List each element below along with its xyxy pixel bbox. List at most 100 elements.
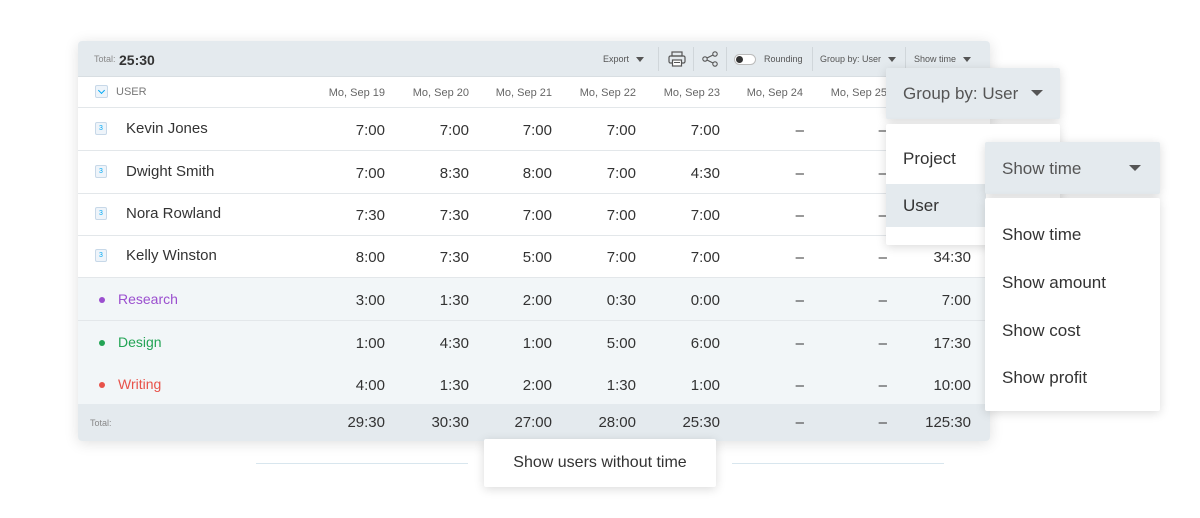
table-cell: 7:00	[690, 249, 720, 266]
show-time-button[interactable]: Show time	[914, 54, 972, 64]
table-row[interactable]: 3 Nora Rowland 7:30 7:30 7:00 7:00 7:00 …	[78, 193, 990, 236]
table-cell: 1:30	[606, 377, 636, 394]
column-header: Mo, Sep 22	[579, 87, 636, 99]
column-header: Mo, Sep 24	[746, 87, 803, 99]
table-cell: 7:00	[606, 165, 636, 182]
show-time-dropdown[interactable]: Show time	[985, 142, 1160, 194]
table-cell: –	[878, 377, 887, 394]
table-cell: 8:00	[522, 165, 552, 182]
rounding-label: Rounding	[764, 54, 803, 64]
show-time-label: Show time	[914, 54, 957, 64]
user-name: Dwight Smith	[126, 163, 215, 180]
row-total: 34:30	[933, 249, 971, 266]
table-row[interactable]: 3 Kevin Jones 7:00 7:00 7:00 7:00 7:00 –…	[78, 108, 990, 151]
table-cell: 7:00	[439, 122, 469, 139]
table-cell: 5:00	[522, 249, 552, 266]
table-cell: 7:00	[606, 122, 636, 139]
table-cell: –	[795, 122, 804, 139]
table-cell: 8:30	[439, 165, 469, 182]
table-cell: 5:00	[606, 335, 636, 352]
footer-cell: 28:00	[598, 414, 636, 431]
row-total: 10:00	[933, 377, 971, 394]
divider	[256, 463, 468, 464]
chevron-down-icon	[636, 56, 645, 62]
table-cell: 3:00	[355, 292, 385, 309]
table-cell: 7:00	[606, 207, 636, 224]
table-cell: –	[878, 249, 887, 266]
group-by-dropdown[interactable]: Group by: User	[886, 68, 1060, 119]
table-row[interactable]: Design 1:00 4:30 1:00 5:00 6:00 – – 17:3…	[78, 321, 990, 364]
divider	[693, 47, 694, 71]
group-by-option-user[interactable]: User	[886, 184, 986, 227]
table-cell: 0:00	[690, 292, 720, 309]
total-value: 25:30	[119, 52, 155, 68]
project-name: Research	[118, 291, 178, 307]
table-cell: 7:00	[690, 207, 720, 224]
export-button[interactable]: Export	[603, 54, 645, 64]
footer-cell: 27:00	[514, 414, 552, 431]
table-cell: 4:30	[439, 335, 469, 352]
table-row[interactable]: Writing 4:00 1:30 2:00 1:30 1:00 – – 10:…	[78, 363, 990, 406]
column-header: Mo, Sep 21	[495, 87, 552, 99]
table-cell: 7:30	[439, 249, 469, 266]
show-time-menu: Show time Show amount Show cost Show pro…	[985, 198, 1160, 411]
table-cell: 7:30	[439, 207, 469, 224]
count-badge: 3	[95, 165, 107, 178]
footer-cell: 29:30	[347, 414, 385, 431]
footer-grand-total: 125:30	[925, 414, 971, 431]
show-profit-option[interactable]: Show profit	[1002, 368, 1087, 388]
table-cell: 7:30	[355, 207, 385, 224]
table-row[interactable]: 3 Kelly Winston 8:00 7:30 5:00 7:00 7:00…	[78, 235, 990, 278]
table-cell: 2:00	[522, 377, 552, 394]
footer-cell: –	[795, 414, 804, 431]
table-cell: –	[795, 165, 804, 182]
table-cell: 1:30	[439, 292, 469, 309]
show-time-option[interactable]: Show time	[1002, 225, 1081, 245]
table-footer: Total: 29:30 30:30 27:00 28:00 25:30 – –…	[78, 404, 990, 441]
show-users-without-time-button[interactable]: Show users without time	[484, 439, 716, 487]
table-cell: 7:00	[522, 122, 552, 139]
show-amount-option[interactable]: Show amount	[1002, 273, 1106, 293]
footer-cell: 25:30	[682, 414, 720, 431]
divider	[658, 47, 659, 71]
report-toolbar: Total: 25:30 Export Rounding Group by: U…	[78, 41, 990, 77]
divider	[726, 47, 727, 71]
project-name: Writing	[118, 376, 162, 392]
show-cost-option[interactable]: Show cost	[1002, 321, 1080, 341]
user-column-header: USER	[116, 86, 147, 98]
table-cell: 2:00	[522, 292, 552, 309]
chevron-down-icon	[963, 56, 972, 62]
share-button[interactable]	[702, 51, 718, 67]
table-cell: –	[878, 292, 887, 309]
table-cell: 7:00	[355, 165, 385, 182]
table-cell: –	[878, 335, 887, 352]
table-header: USER Mo, Sep 19 Mo, Sep 20 Mo, Sep 21 Mo…	[78, 77, 990, 108]
table-cell: –	[795, 377, 804, 394]
print-button[interactable]	[668, 51, 686, 67]
column-header: Mo, Sep 20	[412, 87, 469, 99]
table-cell: 7:00	[606, 249, 636, 266]
group-by-option-project[interactable]: Project	[886, 137, 986, 180]
expand-all-icon[interactable]	[95, 85, 108, 98]
table-row[interactable]: 3 Dwight Smith 7:00 8:30 8:00 7:00 4:30 …	[78, 151, 990, 194]
table-cell: 8:00	[355, 249, 385, 266]
project-color-dot	[99, 340, 105, 346]
table-cell: 7:00	[522, 207, 552, 224]
table-cell: –	[795, 207, 804, 224]
project-color-dot	[99, 382, 105, 388]
total-label: Total:	[94, 54, 116, 64]
chevron-down-icon	[1129, 165, 1141, 171]
table-cell: –	[795, 335, 804, 352]
group-by-button[interactable]: Group by: User	[820, 54, 897, 64]
table-cell: –	[878, 122, 887, 139]
table-row[interactable]: Research 3:00 1:30 2:00 0:30 0:00 – – 7:…	[78, 278, 990, 321]
table-cell: –	[795, 249, 804, 266]
user-name: Nora Rowland	[126, 205, 222, 222]
column-header: Mo, Sep 25	[830, 87, 887, 99]
table-cell: 7:00	[690, 122, 720, 139]
project-color-dot	[99, 297, 105, 303]
table-cell: –	[795, 292, 804, 309]
rounding-toggle[interactable]	[734, 54, 756, 65]
group-by-dropdown-label: Group by: User	[903, 84, 1019, 103]
report-table: Total: 25:30 Export Rounding Group by: U…	[78, 41, 990, 441]
